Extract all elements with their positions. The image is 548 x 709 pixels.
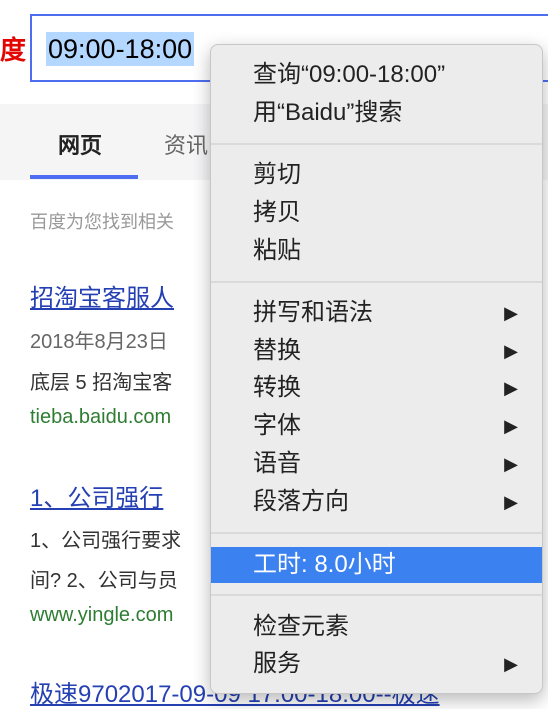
- menu-item-label: 剪切: [253, 161, 301, 188]
- result-1-date: 2018年8月23日: [30, 331, 168, 353]
- menu-separator: [211, 594, 542, 596]
- tab-news[interactable]: 资讯: [164, 128, 208, 160]
- menu-item-lookup[interactable]: 查询“09:00-18:00”: [211, 57, 542, 93]
- submenu-arrow-icon: ▶: [504, 341, 518, 361]
- result-2-url[interactable]: www.yingle.com: [30, 604, 173, 627]
- menu-item-label: 替换: [253, 337, 301, 364]
- result-2-abstract-line1: 1、公司强行要求: [30, 530, 182, 552]
- menu-item-substitutions[interactable]: 替换 ▶: [211, 333, 542, 369]
- active-tab-indicator: [30, 175, 138, 179]
- menu-item-label: 语音: [253, 450, 301, 477]
- result-2-title[interactable]: 1、公司强行: [30, 478, 163, 513]
- result-2-abstract-line2: 间? 2、公司与员: [30, 570, 178, 592]
- menu-item-label: 查询“09:00-18:00”: [253, 61, 446, 88]
- menu-item-label: 转换: [253, 374, 301, 401]
- menu-item-label: 拼写和语法: [253, 299, 373, 326]
- menu-item-label: 拷贝: [253, 199, 301, 226]
- menu-separator: [211, 143, 542, 145]
- search-input-value[interactable]: 09:00-18:00: [46, 32, 195, 66]
- menu-item-label: 服务: [253, 650, 301, 677]
- submenu-arrow-icon: ▶: [504, 303, 518, 323]
- menu-item-label: 工时: 8.0小时: [253, 551, 396, 578]
- menu-item-label: 段落方向: [253, 488, 349, 515]
- submenu-arrow-icon: ▶: [504, 416, 518, 436]
- result-1-title[interactable]: 招淘宝客服人: [30, 278, 174, 313]
- result-count: 百度为您找到相关: [30, 212, 174, 232]
- menu-item-work-hours[interactable]: 工时: 8.0小时: [211, 547, 542, 583]
- result-1-abstract: 底层 5 招淘宝客: [30, 372, 173, 394]
- menu-item-cut[interactable]: 剪切: [211, 157, 542, 193]
- baidu-logo[interactable]: 度: [0, 30, 26, 67]
- menu-item-inspect-element[interactable]: 检查元素: [211, 609, 542, 645]
- submenu-arrow-icon: ▶: [504, 654, 518, 674]
- menu-item-transformations[interactable]: 转换 ▶: [211, 370, 542, 406]
- menu-item-label: 检查元素: [253, 613, 349, 640]
- menu-item-copy[interactable]: 拷贝: [211, 195, 542, 231]
- menu-item-label: 字体: [253, 412, 301, 439]
- menu-item-font[interactable]: 字体 ▶: [211, 408, 542, 444]
- menu-item-label: 粘贴: [253, 237, 301, 264]
- submenu-arrow-icon: ▶: [504, 492, 518, 512]
- menu-item-search-baidu[interactable]: 用“Baidu”搜索: [211, 95, 542, 131]
- menu-separator: [211, 532, 542, 534]
- context-menu: 查询“09:00-18:00” 用“Baidu”搜索 剪切 拷贝 粘贴 拼写和语…: [210, 44, 543, 694]
- menu-item-label: 用“Baidu”搜索: [253, 99, 403, 126]
- menu-item-spelling-grammar[interactable]: 拼写和语法 ▶: [211, 295, 542, 331]
- menu-item-paste[interactable]: 粘贴: [211, 233, 542, 269]
- menu-item-paragraph-direction[interactable]: 段落方向 ▶: [211, 484, 542, 520]
- tab-web[interactable]: 网页: [58, 128, 102, 160]
- submenu-arrow-icon: ▶: [504, 378, 518, 398]
- submenu-arrow-icon: ▶: [504, 454, 518, 474]
- result-1-url[interactable]: tieba.baidu.com: [30, 406, 171, 429]
- menu-item-services[interactable]: 服务 ▶: [211, 646, 542, 682]
- menu-separator: [211, 281, 542, 283]
- menu-item-speech[interactable]: 语音 ▶: [211, 446, 542, 482]
